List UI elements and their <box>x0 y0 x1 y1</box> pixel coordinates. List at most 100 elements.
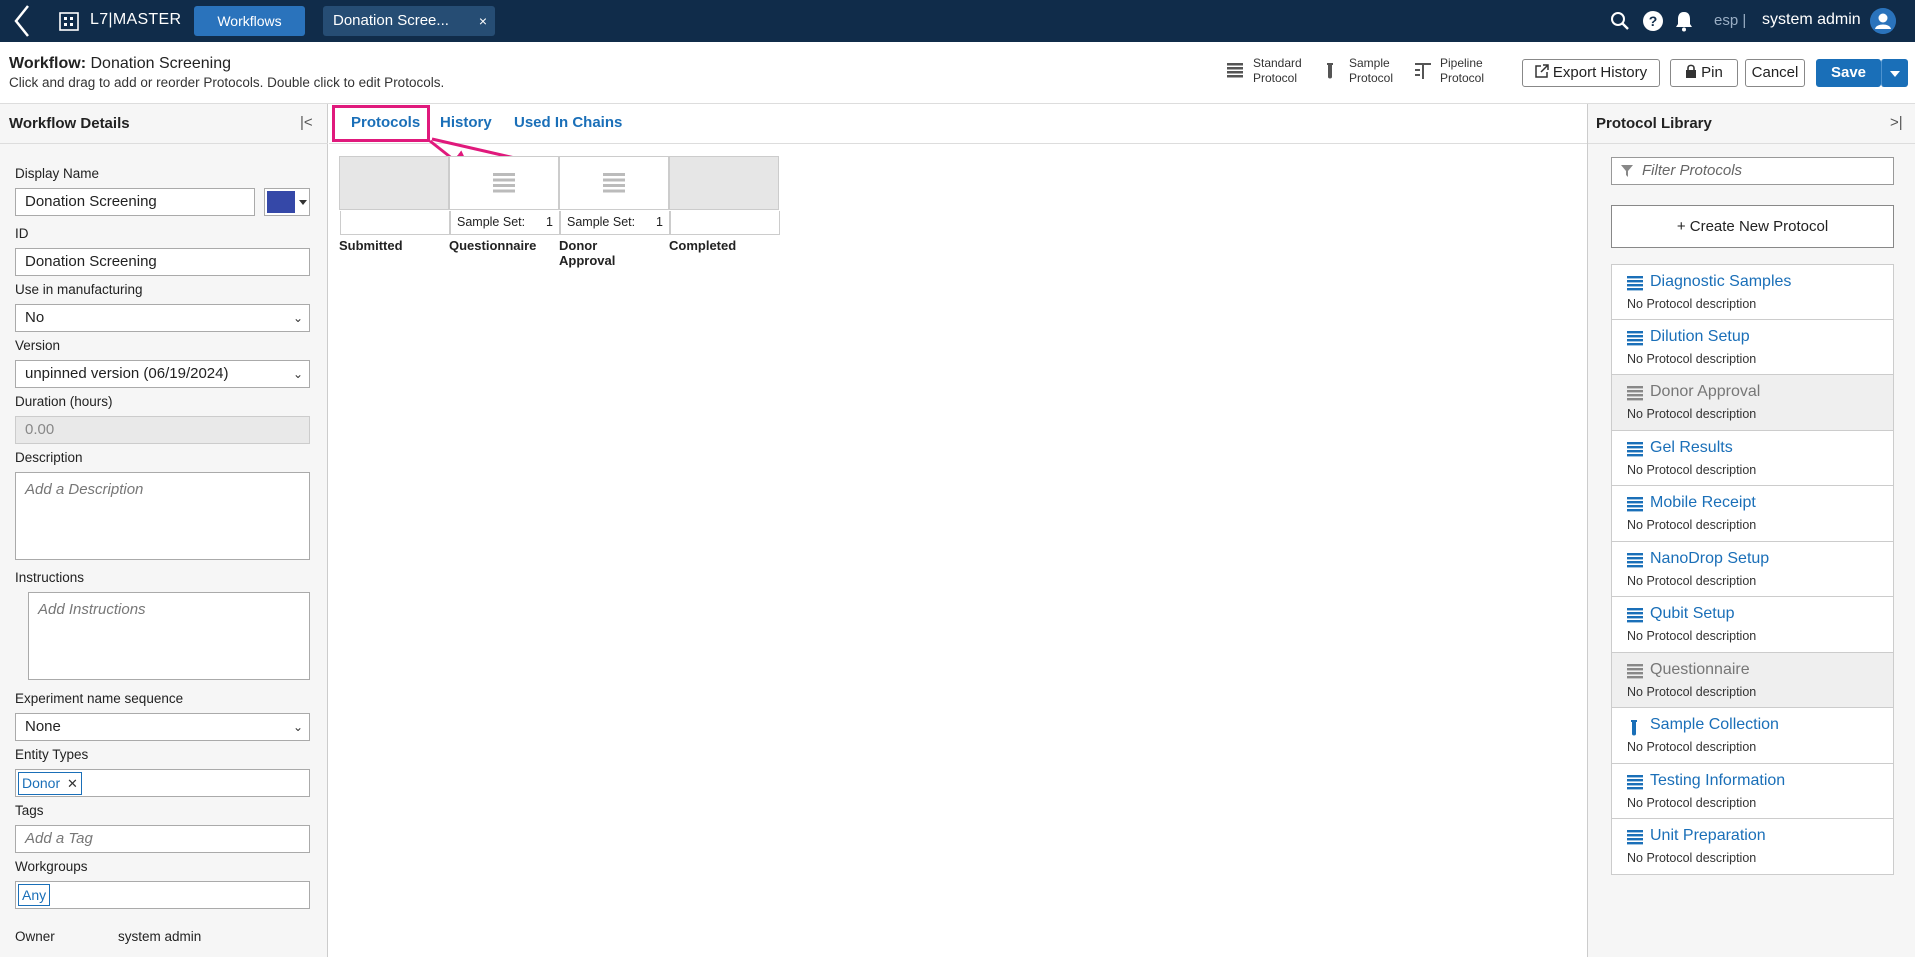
description-textarea[interactable]: Add a Description <box>15 472 310 560</box>
protocol-library-item[interactable]: Unit Preparation No Protocol description <box>1611 819 1894 875</box>
color-picker[interactable] <box>264 188 310 216</box>
sample-set-row: Sample Set: 1 <box>450 211 560 235</box>
pin-button[interactable]: Pin <box>1670 59 1738 87</box>
protocol-description: No Protocol description <box>1627 851 1757 865</box>
workgroups-input[interactable]: Any <box>15 881 310 909</box>
pipeline-protocol-drag[interactable]: Pipeline Protocol <box>1414 56 1484 86</box>
cancel-button[interactable]: Cancel <box>1745 59 1805 87</box>
sample-set-row <box>340 211 450 235</box>
protocol-library-item[interactable]: Questionnaire No Protocol description <box>1611 652 1894 708</box>
standard-protocol-icon <box>1627 663 1643 678</box>
workflows-button[interactable]: Workflows <box>194 6 305 36</box>
title-prefix: Workflow: <box>9 55 87 72</box>
display-name-input[interactable]: Donation Screening <box>15 188 255 216</box>
protocol-name: Diagnostic Samples <box>1650 273 1792 290</box>
instructions-textarea[interactable]: Add Instructions <box>28 592 310 680</box>
standard-protocol-drag[interactable]: Standard Protocol <box>1227 56 1302 86</box>
description-label: Description <box>15 450 83 465</box>
duration-label: Duration (hours) <box>15 394 113 409</box>
protocol-description: No Protocol description <box>1627 795 1757 810</box>
sample-protocol-drag[interactable]: Sample Protocol <box>1323 56 1393 86</box>
standard-protocol-icon <box>1627 497 1643 512</box>
protocol-name: NanoDrop Setup <box>1650 549 1770 567</box>
step-name-donor-approval: Donor Approval <box>559 238 616 268</box>
user-avatar-icon[interactable] <box>1870 8 1896 34</box>
manufacturing-label: Use in manufacturing <box>15 282 143 297</box>
entity-type-tag: Donor ✕ <box>18 772 82 795</box>
experiment-sequence-select[interactable]: None ⌄ <box>15 713 310 741</box>
user-name[interactable]: system admin <box>1762 11 1861 29</box>
protocol-library-item[interactable]: Gel Results No Protocol description <box>1611 430 1894 486</box>
step-cell-completed[interactable] <box>669 156 780 235</box>
protocol-name: Qubit Setup <box>1650 605 1735 622</box>
protocol-name: Questionnaire <box>1650 660 1750 678</box>
language-selector[interactable]: esp | <box>1714 12 1746 29</box>
manufacturing-select[interactable]: No ⌄ <box>15 304 310 332</box>
protocol-description: No Protocol description <box>1627 740 1757 754</box>
protocol-library-item[interactable]: Testing Information No Protocol descripti… <box>1611 763 1894 819</box>
sample-tube-icon <box>1327 63 1333 79</box>
protocol-library-item[interactable]: Qubit Setup No Protocol description <box>1611 597 1894 653</box>
entity-types-label: Entity Types <box>15 747 89 762</box>
caret-down-icon <box>299 200 307 205</box>
save-button[interactable]: Save <box>1816 59 1881 87</box>
tags-input[interactable]: Add a Tag <box>15 825 310 853</box>
id-input[interactable]: Donation Screening <box>15 248 310 276</box>
step-cell-donor-approval[interactable]: Sample Set: 1 <box>559 156 670 235</box>
entity-types-input[interactable]: Donor ✕ <box>15 769 310 797</box>
protocol-description: No Protocol description <box>1627 351 1757 366</box>
standard-protocol-icon <box>603 173 625 193</box>
step-name-completed: Completed <box>669 238 737 253</box>
chevron-down-icon: ⌄ <box>292 720 303 734</box>
protocol-library-item[interactable]: Mobile Receipt No Protocol description <box>1611 486 1894 542</box>
close-tab-icon[interactable]: × <box>479 6 487 36</box>
caret-down-icon <box>1889 71 1900 77</box>
back-chevron-icon[interactable] <box>8 4 38 38</box>
protocol-description: No Protocol description <box>1627 684 1757 699</box>
workflow-header: Workflow: Donation Screening Click and d… <box>0 42 1915 104</box>
filter-icon <box>1621 165 1633 177</box>
color-swatch <box>267 191 295 213</box>
protocol-name: Mobile Receipt <box>1650 494 1756 511</box>
protocol-library-item[interactable]: Diagnostic Samples No Protocol descriptio… <box>1611 264 1894 320</box>
protocol-description: No Protocol description <box>1627 518 1757 532</box>
workgroup-tag: Any <box>18 884 51 906</box>
protocols-tab-highlight <box>332 105 430 142</box>
experiment-sequence-label: Experiment name sequence <box>15 691 184 706</box>
workflow-details-panel: Workflow Details |< Display Name Donatio… <box>0 104 328 957</box>
version-select[interactable]: unpinned version (06/19/2024) ⌄ <box>15 360 310 388</box>
lock-icon <box>1686 64 1697 78</box>
protocol-library-item[interactable]: NanoDrop Setup No Protocol description <box>1611 541 1894 597</box>
entity-type-tag-label: Donor <box>22 775 61 791</box>
collapse-panel-icon[interactable]: |< <box>300 114 313 131</box>
save-options-caret[interactable] <box>1881 59 1908 87</box>
export-history-button[interactable]: Export History <box>1522 59 1660 87</box>
tab-used-in-chains[interactable]: Used In Chains <box>514 114 622 131</box>
tab-history[interactable]: History <box>440 114 492 131</box>
pipeline-protocol-icon <box>1415 63 1431 79</box>
protocol-library-item[interactable]: Donor Approval No Protocol description <box>1611 375 1894 431</box>
instructions-label: Instructions <box>15 570 85 585</box>
id-label: ID <box>15 226 29 241</box>
protocol-library-item[interactable]: Sample Collection No Protocol description <box>1611 708 1894 764</box>
collapse-panel-icon[interactable]: >| <box>1890 114 1903 131</box>
standard-protocol-icon <box>1627 276 1643 291</box>
bell-icon[interactable] <box>1674 10 1694 32</box>
standard-protocol-icon <box>1627 330 1643 345</box>
remove-tag-icon[interactable]: ✕ <box>67 776 78 791</box>
protocol-name: Donor Approval <box>1650 383 1761 400</box>
standard-protocol-icon <box>1627 608 1643 623</box>
duration-input: 0.00 <box>15 416 310 444</box>
protocol-name: Testing Information <box>1650 771 1786 789</box>
step-cell-questionnaire[interactable]: Sample Set: 1 <box>449 156 560 235</box>
app-name: L7|MASTER <box>90 11 182 28</box>
help-icon[interactable]: ? <box>1643 11 1663 31</box>
protocol-list: Diagnostic Samples No Protocol descriptio… <box>1611 264 1894 875</box>
step-cell-submitted[interactable] <box>339 156 450 235</box>
filter-protocols-input[interactable]: Filter Protocols <box>1611 157 1894 185</box>
open-tab-donation-screening[interactable]: Donation Scree... × <box>323 6 495 36</box>
protocol-library-item[interactable]: Dilution Setup No Protocol description <box>1611 319 1894 375</box>
create-new-protocol-button[interactable]: + Create New Protocol <box>1611 205 1894 248</box>
search-icon[interactable] <box>1610 11 1630 31</box>
protocol-name: Unit Preparation <box>1650 827 1766 844</box>
